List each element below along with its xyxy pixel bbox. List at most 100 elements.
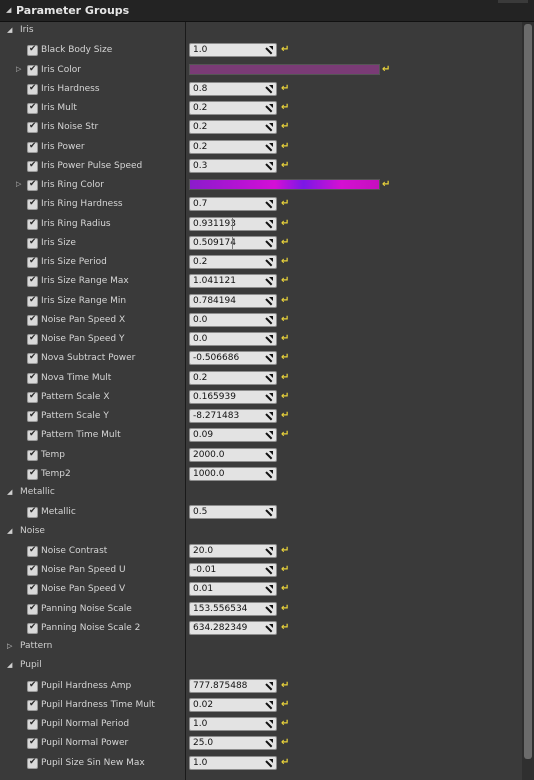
override-checkbox[interactable] (27, 718, 38, 730)
value-field[interactable]: 0.2 (189, 101, 277, 115)
override-checkbox[interactable] (27, 218, 38, 230)
override-checkbox[interactable] (27, 545, 38, 557)
drag-resize-icon[interactable] (264, 623, 273, 633)
reset-arrow-icon[interactable]: ↵ (281, 121, 291, 132)
value-field[interactable]: 0.0 (189, 332, 277, 346)
drag-resize-icon[interactable] (264, 238, 273, 248)
value-field[interactable]: -0.506686 (189, 351, 277, 366)
reset-arrow-icon[interactable]: ↵ (281, 275, 291, 286)
drag-resize-icon[interactable] (264, 508, 273, 517)
reset-arrow-icon[interactable]: ↵ (281, 198, 291, 209)
value-field[interactable]: 777.875488 (189, 678, 277, 693)
drag-resize-icon[interactable] (264, 123, 273, 132)
value-field[interactable]: 25.0 (189, 736, 277, 751)
collapse-triangle-icon[interactable]: ◢ (7, 527, 12, 535)
reset-arrow-icon[interactable]: ↵ (382, 64, 392, 75)
value-field[interactable]: 0.931193 (189, 216, 277, 231)
override-checkbox[interactable] (27, 295, 38, 307)
value-field[interactable]: 0.3 (189, 158, 277, 173)
reset-arrow-icon[interactable]: ↵ (281, 699, 291, 710)
group-header[interactable]: ◢ Metallic (0, 484, 522, 503)
reset-arrow-icon[interactable]: ↵ (281, 622, 291, 633)
drag-resize-icon[interactable] (264, 604, 273, 614)
value-field[interactable]: 1.0 (189, 43, 277, 58)
value-field[interactable]: 0.2 (189, 255, 277, 269)
override-checkbox[interactable] (27, 83, 38, 95)
color-swatch[interactable] (189, 63, 380, 75)
override-checkbox[interactable] (27, 121, 38, 134)
override-checkbox[interactable] (27, 564, 38, 576)
drag-resize-icon[interactable] (264, 431, 273, 440)
panel-header[interactable]: ◢ Parameter Groups (0, 0, 534, 22)
override-checkbox[interactable] (27, 198, 38, 211)
drag-resize-icon[interactable] (264, 450, 273, 460)
drag-resize-icon[interactable] (264, 258, 273, 267)
reset-arrow-icon[interactable]: ↵ (281, 372, 291, 383)
reset-arrow-icon[interactable]: ↵ (281, 237, 291, 248)
override-checkbox[interactable] (27, 256, 38, 268)
override-checkbox[interactable] (27, 680, 38, 692)
override-checkbox[interactable] (27, 352, 38, 365)
override-checkbox[interactable] (27, 179, 38, 191)
override-checkbox[interactable] (27, 372, 38, 384)
reset-arrow-icon[interactable]: ↵ (281, 256, 291, 267)
override-checkbox[interactable] (27, 410, 38, 422)
override-checkbox[interactable] (27, 583, 38, 596)
reset-arrow-icon[interactable]: ↵ (281, 44, 291, 55)
expand-triangle-icon[interactable]: ▷ (16, 180, 21, 188)
drag-resize-icon[interactable] (264, 392, 273, 402)
value-field[interactable]: 0.509174 (189, 235, 277, 250)
value-field[interactable]: 0.2 (189, 139, 277, 154)
drag-resize-icon[interactable] (264, 739, 273, 748)
override-checkbox[interactable] (27, 757, 38, 769)
value-field[interactable]: 20.0 (189, 543, 277, 558)
drag-resize-icon[interactable] (264, 412, 273, 421)
reset-arrow-icon[interactable]: ↵ (281, 718, 291, 729)
drag-resize-icon[interactable] (264, 758, 273, 768)
drag-resize-icon[interactable] (264, 335, 273, 344)
reset-arrow-icon[interactable]: ↵ (281, 333, 291, 344)
reset-arrow-icon[interactable]: ↵ (281, 410, 291, 421)
override-checkbox[interactable] (27, 429, 38, 442)
value-field[interactable]: 0.7 (189, 197, 277, 212)
value-field[interactable]: 0.02 (189, 697, 277, 712)
override-checkbox[interactable] (27, 160, 38, 172)
drag-resize-icon[interactable] (264, 566, 273, 575)
value-field[interactable]: 0.8 (189, 81, 277, 96)
drag-resize-icon[interactable] (264, 373, 273, 383)
value-field[interactable]: 1.0 (189, 717, 277, 731)
value-field[interactable]: 0.09 (189, 428, 277, 443)
override-checkbox[interactable] (27, 468, 38, 480)
override-checkbox[interactable] (27, 506, 38, 519)
value-field[interactable]: -8.271483 (189, 409, 277, 423)
value-field[interactable]: 1.041121 (189, 274, 277, 289)
value-field[interactable]: -0.01 (189, 563, 277, 577)
override-checkbox[interactable] (27, 44, 38, 57)
value-field[interactable]: 1000.0 (189, 466, 277, 481)
group-header[interactable]: ◢ Iris (0, 22, 522, 41)
override-checkbox[interactable] (27, 391, 38, 403)
override-checkbox[interactable] (27, 449, 38, 461)
reset-arrow-icon[interactable]: ↵ (281, 352, 291, 363)
drag-resize-icon[interactable] (264, 104, 273, 113)
reset-arrow-icon[interactable]: ↵ (281, 160, 291, 171)
drag-resize-icon[interactable] (264, 296, 273, 306)
color-swatch[interactable] (189, 179, 380, 190)
reset-arrow-icon[interactable]: ↵ (281, 314, 291, 325)
drag-resize-icon[interactable] (264, 142, 273, 152)
override-checkbox[interactable] (27, 64, 38, 76)
value-field[interactable]: 0.0 (189, 312, 277, 327)
reset-arrow-icon[interactable]: ↵ (281, 680, 291, 691)
override-checkbox[interactable] (27, 622, 38, 634)
drag-resize-icon[interactable] (264, 161, 273, 171)
drag-resize-icon[interactable] (264, 46, 273, 55)
override-checkbox[interactable] (27, 603, 38, 615)
group-header[interactable]: ◢ Noise (0, 523, 522, 542)
override-checkbox[interactable] (27, 237, 38, 249)
reset-arrow-icon[interactable]: ↵ (281, 141, 291, 152)
reset-arrow-icon[interactable]: ↵ (281, 429, 291, 440)
drag-resize-icon[interactable] (264, 315, 273, 325)
drag-resize-icon[interactable] (264, 681, 273, 691)
group-header[interactable]: ◢ Pupil (0, 657, 522, 676)
reset-arrow-icon[interactable]: ↵ (281, 545, 291, 556)
